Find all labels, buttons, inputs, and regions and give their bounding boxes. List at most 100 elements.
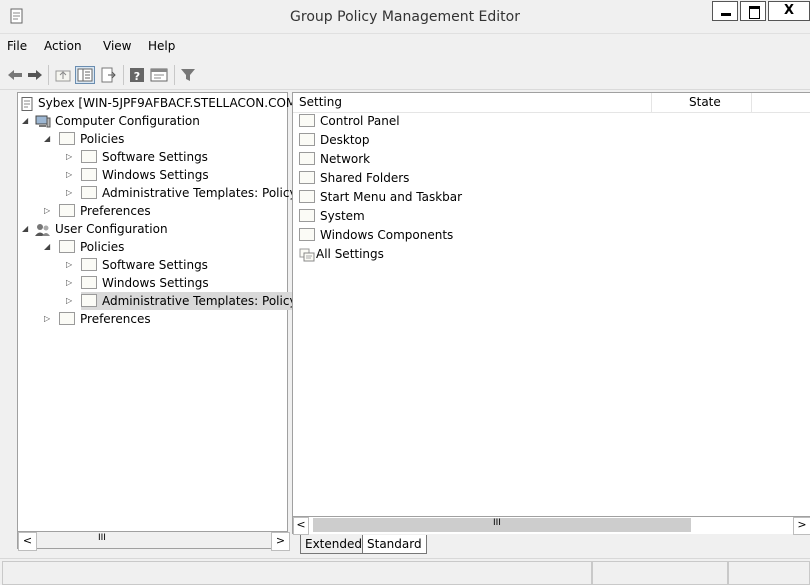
tree-label: Windows Settings	[102, 168, 209, 182]
column-header-setting[interactable]: Setting	[299, 95, 342, 109]
list-horizontal-scrollbar[interactable]: < III >	[292, 517, 810, 535]
status-panel	[592, 561, 728, 585]
help-icon[interactable]: ?	[129, 66, 145, 84]
minimize-icon	[721, 13, 731, 16]
list-item-label: Shared Folders	[320, 171, 410, 185]
list-item-windows-components[interactable]: Windows Components	[299, 226, 453, 245]
menu-view[interactable]: View	[103, 39, 131, 53]
export-list-icon[interactable]	[100, 66, 118, 84]
folder-icon	[299, 171, 315, 184]
tree-label: Windows Settings	[102, 276, 209, 290]
tree-label: User Configuration	[55, 222, 168, 236]
column-divider[interactable]	[751, 93, 752, 112]
list-item-system[interactable]: System	[299, 207, 365, 226]
scroll-left-button[interactable]: <	[293, 517, 309, 535]
expand-arrow-icon[interactable]: ▷	[44, 314, 54, 324]
scroll-thumb[interactable]: III	[313, 518, 691, 532]
list-item-label: All Settings	[316, 247, 384, 261]
back-arrow-icon[interactable]	[6, 66, 24, 84]
folder-icon	[59, 312, 75, 325]
collapse-arrow-icon[interactable]: ◢	[44, 134, 54, 144]
list-item-label: Desktop	[320, 133, 370, 147]
forward-arrow-icon[interactable]	[26, 66, 44, 84]
menu-file[interactable]: File	[7, 39, 27, 53]
folder-icon	[299, 228, 315, 241]
tab-standard[interactable]: Standard	[362, 535, 427, 554]
folder-icon	[299, 152, 315, 165]
scroll-right-button[interactable]: >	[271, 532, 290, 551]
folder-icon	[81, 294, 97, 307]
minimize-button[interactable]	[712, 1, 738, 21]
list-item-control-panel[interactable]: Control Panel	[299, 112, 400, 131]
list-item-start-menu-taskbar[interactable]: Start Menu and Taskbar	[299, 188, 462, 207]
folder-icon	[81, 150, 97, 163]
status-bar	[0, 558, 810, 585]
folder-icon	[81, 168, 97, 181]
window-title: Group Policy Management Editor	[290, 9, 520, 25]
tree-uc-windows-settings[interactable]: Windows Settings	[81, 274, 209, 292]
console-tree: Sybex [WIN-5JPF9AFBACF.STELLACON.COM] ◢ …	[17, 92, 312, 532]
tab-extended[interactable]: Extended	[300, 535, 367, 554]
list-item-network[interactable]: Network	[299, 150, 370, 169]
menu-action[interactable]: Action	[44, 39, 82, 53]
menu-help[interactable]: Help	[148, 39, 175, 53]
scroll-thumb-grip[interactable]: III	[98, 533, 106, 543]
all-settings-icon	[299, 248, 315, 261]
tree-cc-policies[interactable]: Policies	[59, 130, 124, 148]
tree-root[interactable]: Sybex [WIN-5JPF9AFBACF.STELLACON.COM]	[21, 94, 301, 112]
expand-arrow-icon[interactable]: ▷	[66, 296, 76, 306]
list-item-all-settings[interactable]: All Settings	[299, 245, 384, 264]
list-item-desktop[interactable]: Desktop	[299, 131, 370, 150]
expand-arrow-icon[interactable]: ▷	[66, 260, 76, 270]
column-divider[interactable]	[651, 93, 652, 112]
tree-cc-preferences[interactable]: Preferences	[59, 202, 151, 220]
tree-label: Computer Configuration	[55, 114, 200, 128]
tree-label: Preferences	[80, 312, 151, 326]
folder-icon	[299, 133, 315, 146]
filter-icon[interactable]	[180, 66, 196, 84]
properties-icon[interactable]	[150, 66, 168, 84]
toolbar-separator	[48, 65, 49, 85]
folder-icon	[81, 276, 97, 289]
tree-label: Software Settings	[102, 258, 208, 272]
computer-icon	[35, 115, 51, 127]
tree-uc-administrative-templates[interactable]: Administrative Templates: Policy d	[81, 292, 312, 310]
expand-arrow-icon[interactable]: ▷	[66, 278, 76, 288]
status-panel	[728, 561, 810, 585]
tree-label: Policies	[80, 132, 125, 146]
column-header-state[interactable]: State	[689, 95, 721, 109]
maximize-button[interactable]	[740, 1, 766, 21]
svg-text:?: ?	[134, 70, 140, 83]
tree-uc-software-settings[interactable]: Software Settings	[81, 256, 208, 274]
collapse-arrow-icon[interactable]: ◢	[22, 224, 32, 234]
toolbar: ?	[0, 60, 810, 90]
list-item-shared-folders[interactable]: Shared Folders	[299, 169, 409, 188]
tree-uc-policies[interactable]: Policies	[59, 238, 124, 256]
toolbar-separator	[174, 65, 175, 85]
gpo-document-icon	[21, 96, 33, 111]
expand-arrow-icon[interactable]: ▷	[66, 188, 76, 198]
status-panel	[2, 561, 592, 585]
tree-horizontal-scrollbar[interactable]: < III >	[17, 532, 290, 551]
settings-list: Setting State Control Panel Desktop Netw…	[292, 92, 810, 517]
collapse-arrow-icon[interactable]: ◢	[22, 116, 32, 126]
show-hide-tree-icon[interactable]	[75, 66, 95, 84]
tree-uc-preferences[interactable]: Preferences	[59, 310, 151, 328]
tree-cc-administrative-templates[interactable]: Administrative Templates: Policy d	[81, 184, 308, 202]
expand-arrow-icon[interactable]: ▷	[44, 206, 54, 216]
menu-bar: File Action View Help	[0, 36, 810, 58]
users-icon	[35, 223, 50, 236]
up-folder-icon[interactable]	[54, 66, 72, 84]
tree-cc-software-settings[interactable]: Software Settings	[81, 148, 208, 166]
expand-arrow-icon[interactable]: ▷	[66, 152, 76, 162]
tree-computer-configuration[interactable]: Computer Configuration	[35, 112, 200, 130]
folder-icon	[59, 240, 75, 253]
list-item-label: Windows Components	[320, 228, 454, 242]
collapse-arrow-icon[interactable]: ◢	[44, 242, 54, 252]
scroll-right-button[interactable]: >	[793, 517, 810, 535]
tree-user-configuration[interactable]: User Configuration	[35, 220, 168, 238]
tree-cc-windows-settings[interactable]: Windows Settings	[81, 166, 209, 184]
expand-arrow-icon[interactable]: ▷	[66, 170, 76, 180]
scroll-left-button[interactable]: <	[18, 532, 37, 551]
close-button[interactable]: X	[768, 1, 810, 21]
